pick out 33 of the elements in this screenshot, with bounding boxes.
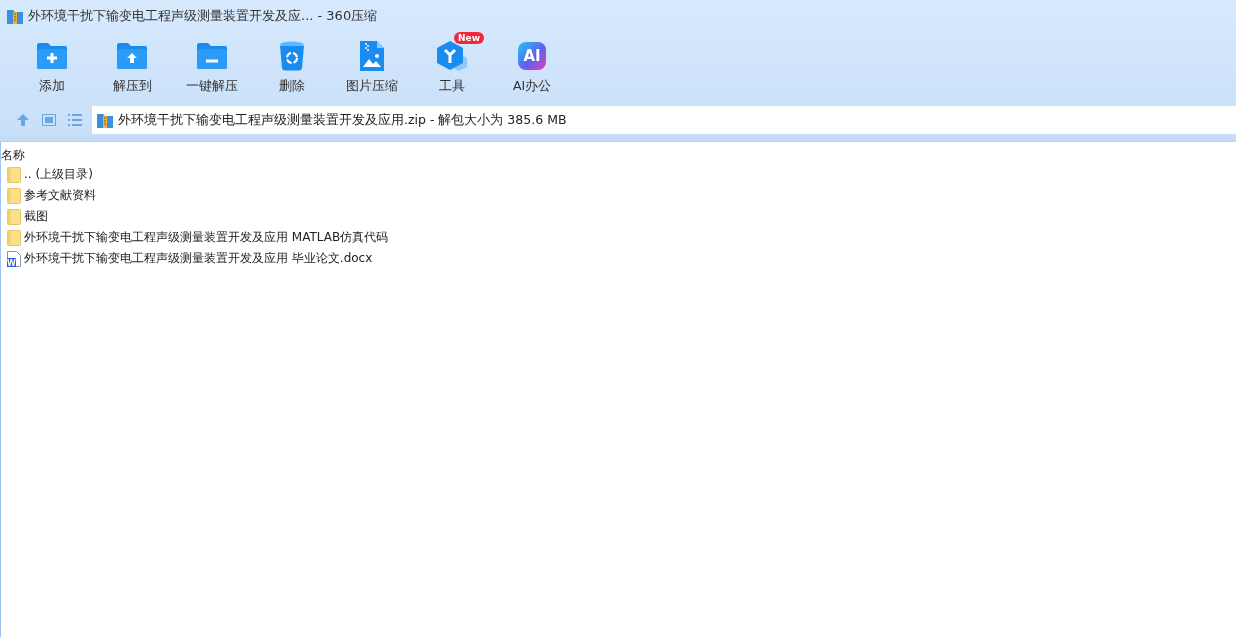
thumbnail-view-icon[interactable] (42, 114, 56, 126)
toolbar-button[interactable]: 一键解压 (172, 32, 252, 105)
toolbar-button[interactable]: AI AI办公 (492, 32, 572, 105)
folder-minus-icon (196, 42, 228, 70)
file-name[interactable]: 外环境干扰下输变电工程声级测量装置开发及应用 毕业论文.docx (24, 250, 373, 267)
folder-icon (7, 208, 21, 225)
folder-upload-icon (116, 42, 148, 70)
hexagon-y-icon (435, 40, 469, 72)
word-document-icon: W (7, 250, 21, 267)
toolbar-button[interactable]: New 工具 (412, 32, 492, 105)
list-view-icon[interactable] (68, 114, 82, 126)
file-name[interactable]: 外环境干扰下输变电工程声级测量装置开发及应用 MATLAB仿真代码 (24, 229, 389, 246)
folder-icon (7, 229, 21, 246)
folder-icon (7, 166, 21, 183)
file-name[interactable]: 参考文献资料 (24, 187, 96, 204)
folder-icon (7, 187, 21, 204)
address-field[interactable]: 外环境干扰下输变电工程声级测量装置开发及应用.zip - 解包大小为 385.6 MB (92, 106, 1236, 134)
folder-plus-icon (36, 42, 68, 70)
file-name[interactable]: 截图 (24, 208, 48, 225)
archive-icon (7, 8, 23, 24)
toolbar-button[interactable]: 删除 (252, 32, 332, 105)
toolbar-button[interactable]: 添加 (12, 32, 92, 105)
toolbar-button[interactable]: 图片压缩 (332, 32, 412, 105)
ai-icon: AI (518, 42, 546, 70)
up-arrow-icon[interactable] (16, 113, 30, 127)
new-badge: New (454, 32, 484, 44)
column-header[interactable]: 名称 (1, 147, 25, 164)
file-name[interactable]: .. (上级目录) (24, 166, 93, 183)
archive-icon (97, 112, 113, 128)
window-title: 外环境干扰下输变电工程声级测量装置开发及应... - 360压缩 (28, 7, 378, 25)
recycle-bin-icon (279, 41, 305, 71)
image-file-icon (359, 40, 385, 72)
toolbar-button[interactable]: 解压到 (92, 32, 172, 105)
